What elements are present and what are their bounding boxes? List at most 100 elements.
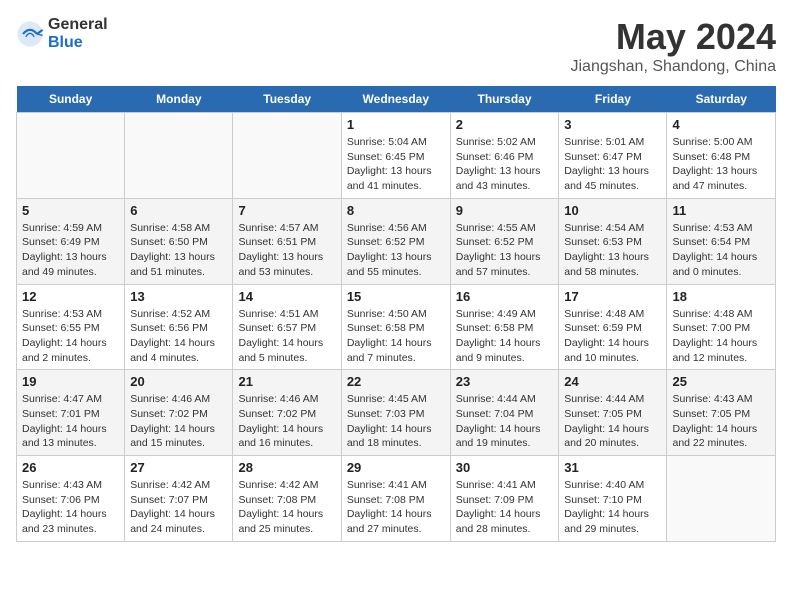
- calendar-cell: 20 Sunrise: 4:46 AM Sunset: 7:02 PM Dayli…: [125, 370, 233, 456]
- date-number: 23: [456, 374, 554, 389]
- cell-info: Sunrise: 4:48 AM Sunset: 7:00 PM Dayligh…: [672, 307, 770, 366]
- date-number: 27: [130, 460, 227, 475]
- calendar-cell: 29 Sunrise: 4:41 AM Sunset: 7:08 PM Dayli…: [341, 456, 450, 542]
- calendar-cell: 30 Sunrise: 4:41 AM Sunset: 7:09 PM Dayli…: [450, 456, 559, 542]
- day-header-sunday: Sunday: [17, 86, 125, 113]
- date-number: 28: [238, 460, 335, 475]
- cell-info: Sunrise: 4:53 AM Sunset: 6:54 PM Dayligh…: [672, 221, 770, 280]
- date-number: 20: [130, 374, 227, 389]
- date-number: 3: [564, 117, 661, 132]
- calendar-cell: 7 Sunrise: 4:57 AM Sunset: 6:51 PM Daylig…: [233, 198, 341, 284]
- date-number: 14: [238, 289, 335, 304]
- calendar-cell: 28 Sunrise: 4:42 AM Sunset: 7:08 PM Dayli…: [233, 456, 341, 542]
- calendar-cell: 2Sunrise: 5:02 AM Sunset: 6:46 PM Daylig…: [450, 113, 559, 199]
- calendar-cell: [667, 456, 776, 542]
- calendar-cell: 17Sunrise: 4:48 AM Sunset: 6:59 PM Dayli…: [559, 284, 667, 370]
- calendar-cell: 16 Sunrise: 4:49 AM Sunset: 6:58 PM Dayli…: [450, 284, 559, 370]
- date-number: 7: [238, 203, 335, 218]
- date-number: 6: [130, 203, 227, 218]
- cell-info: Sunrise: 4:57 AM Sunset: 6:51 PM Dayligh…: [238, 221, 335, 280]
- calendar-cell: 18Sunrise: 4:48 AM Sunset: 7:00 PM Dayli…: [667, 284, 776, 370]
- calendar-cell: 3 Sunrise: 5:01 AM Sunset: 6:47 PM Daylig…: [559, 113, 667, 199]
- cell-info: Sunrise: 4:46 AM Sunset: 7:02 PM Dayligh…: [238, 392, 335, 451]
- calendar-cell: 1 Sunrise: 5:04 AM Sunset: 6:45 PM Daylig…: [341, 113, 450, 199]
- cell-info: Sunrise: 4:41 AM Sunset: 7:08 PM Dayligh…: [347, 478, 445, 537]
- cell-info: Sunrise: 4:42 AM Sunset: 7:07 PM Dayligh…: [130, 478, 227, 537]
- date-number: 12: [22, 289, 119, 304]
- calendar-cell: 31 Sunrise: 4:40 AM Sunset: 7:10 PM Dayli…: [559, 456, 667, 542]
- date-number: 19: [22, 374, 119, 389]
- cell-info: Sunrise: 4:54 AM Sunset: 6:53 PM Dayligh…: [564, 221, 661, 280]
- calendar-cell: [125, 113, 233, 199]
- cell-info: Sunrise: 5:01 AM Sunset: 6:47 PM Dayligh…: [564, 135, 661, 194]
- calendar-cell: 23 Sunrise: 4:44 AM Sunset: 7:04 PM Dayli…: [450, 370, 559, 456]
- cell-info: Sunrise: 5:00 AM Sunset: 6:48 PM Dayligh…: [672, 135, 770, 194]
- calendar-cell: [17, 113, 125, 199]
- calendar-cell: 11Sunrise: 4:53 AM Sunset: 6:54 PM Dayli…: [667, 198, 776, 284]
- calendar-cell: 5 Sunrise: 4:59 AM Sunset: 6:49 PM Daylig…: [17, 198, 125, 284]
- cell-info: Sunrise: 4:51 AM Sunset: 6:57 PM Dayligh…: [238, 307, 335, 366]
- calendar-cell: 15 Sunrise: 4:50 AM Sunset: 6:58 PM Dayli…: [341, 284, 450, 370]
- cell-info: Sunrise: 4:41 AM Sunset: 7:09 PM Dayligh…: [456, 478, 554, 537]
- calendar-cell: 10 Sunrise: 4:54 AM Sunset: 6:53 PM Dayli…: [559, 198, 667, 284]
- calendar-cell: 9Sunrise: 4:55 AM Sunset: 6:52 PM Daylig…: [450, 198, 559, 284]
- calendar-cell: 19 Sunrise: 4:47 AM Sunset: 7:01 PM Dayli…: [17, 370, 125, 456]
- logo-icon: [16, 20, 44, 48]
- day-header-saturday: Saturday: [667, 86, 776, 113]
- cell-info: Sunrise: 4:50 AM Sunset: 6:58 PM Dayligh…: [347, 307, 445, 366]
- calendar-cell: 24Sunrise: 4:44 AM Sunset: 7:05 PM Dayli…: [559, 370, 667, 456]
- cell-info: Sunrise: 4:47 AM Sunset: 7:01 PM Dayligh…: [22, 392, 119, 451]
- week-row-3: 12 Sunrise: 4:53 AM Sunset: 6:55 PM Dayli…: [17, 284, 776, 370]
- date-number: 9: [456, 203, 554, 218]
- calendar-cell: 22Sunrise: 4:45 AM Sunset: 7:03 PM Dayli…: [341, 370, 450, 456]
- day-header-thursday: Thursday: [450, 86, 559, 113]
- date-number: 5: [22, 203, 119, 218]
- date-number: 4: [672, 117, 770, 132]
- calendar-cell: [233, 113, 341, 199]
- date-number: 26: [22, 460, 119, 475]
- cell-info: Sunrise: 4:59 AM Sunset: 6:49 PM Dayligh…: [22, 221, 119, 280]
- calendar-cell: 21Sunrise: 4:46 AM Sunset: 7:02 PM Dayli…: [233, 370, 341, 456]
- cell-info: Sunrise: 4:49 AM Sunset: 6:58 PM Dayligh…: [456, 307, 554, 366]
- date-number: 10: [564, 203, 661, 218]
- date-number: 13: [130, 289, 227, 304]
- cell-info: Sunrise: 4:43 AM Sunset: 7:05 PM Dayligh…: [672, 392, 770, 451]
- title-area: May 2024 Jiangshan, Shandong, China: [571, 16, 777, 76]
- cell-info: Sunrise: 5:04 AM Sunset: 6:45 PM Dayligh…: [347, 135, 445, 194]
- calendar-cell: 4 Sunrise: 5:00 AM Sunset: 6:48 PM Daylig…: [667, 113, 776, 199]
- cell-info: Sunrise: 4:46 AM Sunset: 7:02 PM Dayligh…: [130, 392, 227, 451]
- cell-info: Sunrise: 4:52 AM Sunset: 6:56 PM Dayligh…: [130, 307, 227, 366]
- week-row-5: 26 Sunrise: 4:43 AM Sunset: 7:06 PM Dayli…: [17, 456, 776, 542]
- date-number: 25: [672, 374, 770, 389]
- cell-info: Sunrise: 4:56 AM Sunset: 6:52 PM Dayligh…: [347, 221, 445, 280]
- date-number: 1: [347, 117, 445, 132]
- date-number: 29: [347, 460, 445, 475]
- logo: General Blue: [16, 16, 108, 52]
- date-number: 30: [456, 460, 554, 475]
- date-number: 16: [456, 289, 554, 304]
- date-number: 8: [347, 203, 445, 218]
- header: General Blue May 2024 Jiangshan, Shandon…: [16, 16, 776, 76]
- date-number: 22: [347, 374, 445, 389]
- day-header-monday: Monday: [125, 86, 233, 113]
- logo-blue-text: Blue: [48, 34, 108, 52]
- cell-info: Sunrise: 4:44 AM Sunset: 7:04 PM Dayligh…: [456, 392, 554, 451]
- calendar-cell: 8 Sunrise: 4:56 AM Sunset: 6:52 PM Daylig…: [341, 198, 450, 284]
- week-row-2: 5 Sunrise: 4:59 AM Sunset: 6:49 PM Daylig…: [17, 198, 776, 284]
- date-number: 15: [347, 289, 445, 304]
- week-row-1: 1 Sunrise: 5:04 AM Sunset: 6:45 PM Daylig…: [17, 113, 776, 199]
- calendar-cell: 26 Sunrise: 4:43 AM Sunset: 7:06 PM Dayli…: [17, 456, 125, 542]
- calendar-cell: 27 Sunrise: 4:42 AM Sunset: 7:07 PM Dayli…: [125, 456, 233, 542]
- day-header-friday: Friday: [559, 86, 667, 113]
- cell-info: Sunrise: 4:40 AM Sunset: 7:10 PM Dayligh…: [564, 478, 661, 537]
- calendar-cell: 12 Sunrise: 4:53 AM Sunset: 6:55 PM Dayli…: [17, 284, 125, 370]
- calendar-cell: 13 Sunrise: 4:52 AM Sunset: 6:56 PM Dayli…: [125, 284, 233, 370]
- cell-info: Sunrise: 4:43 AM Sunset: 7:06 PM Dayligh…: [22, 478, 119, 537]
- day-header-wednesday: Wednesday: [341, 86, 450, 113]
- date-number: 31: [564, 460, 661, 475]
- cell-info: Sunrise: 4:53 AM Sunset: 6:55 PM Dayligh…: [22, 307, 119, 366]
- calendar-cell: 6Sunrise: 4:58 AM Sunset: 6:50 PM Daylig…: [125, 198, 233, 284]
- date-number: 2: [456, 117, 554, 132]
- cell-info: Sunrise: 4:42 AM Sunset: 7:08 PM Dayligh…: [238, 478, 335, 537]
- logo-general-text: General: [48, 16, 108, 34]
